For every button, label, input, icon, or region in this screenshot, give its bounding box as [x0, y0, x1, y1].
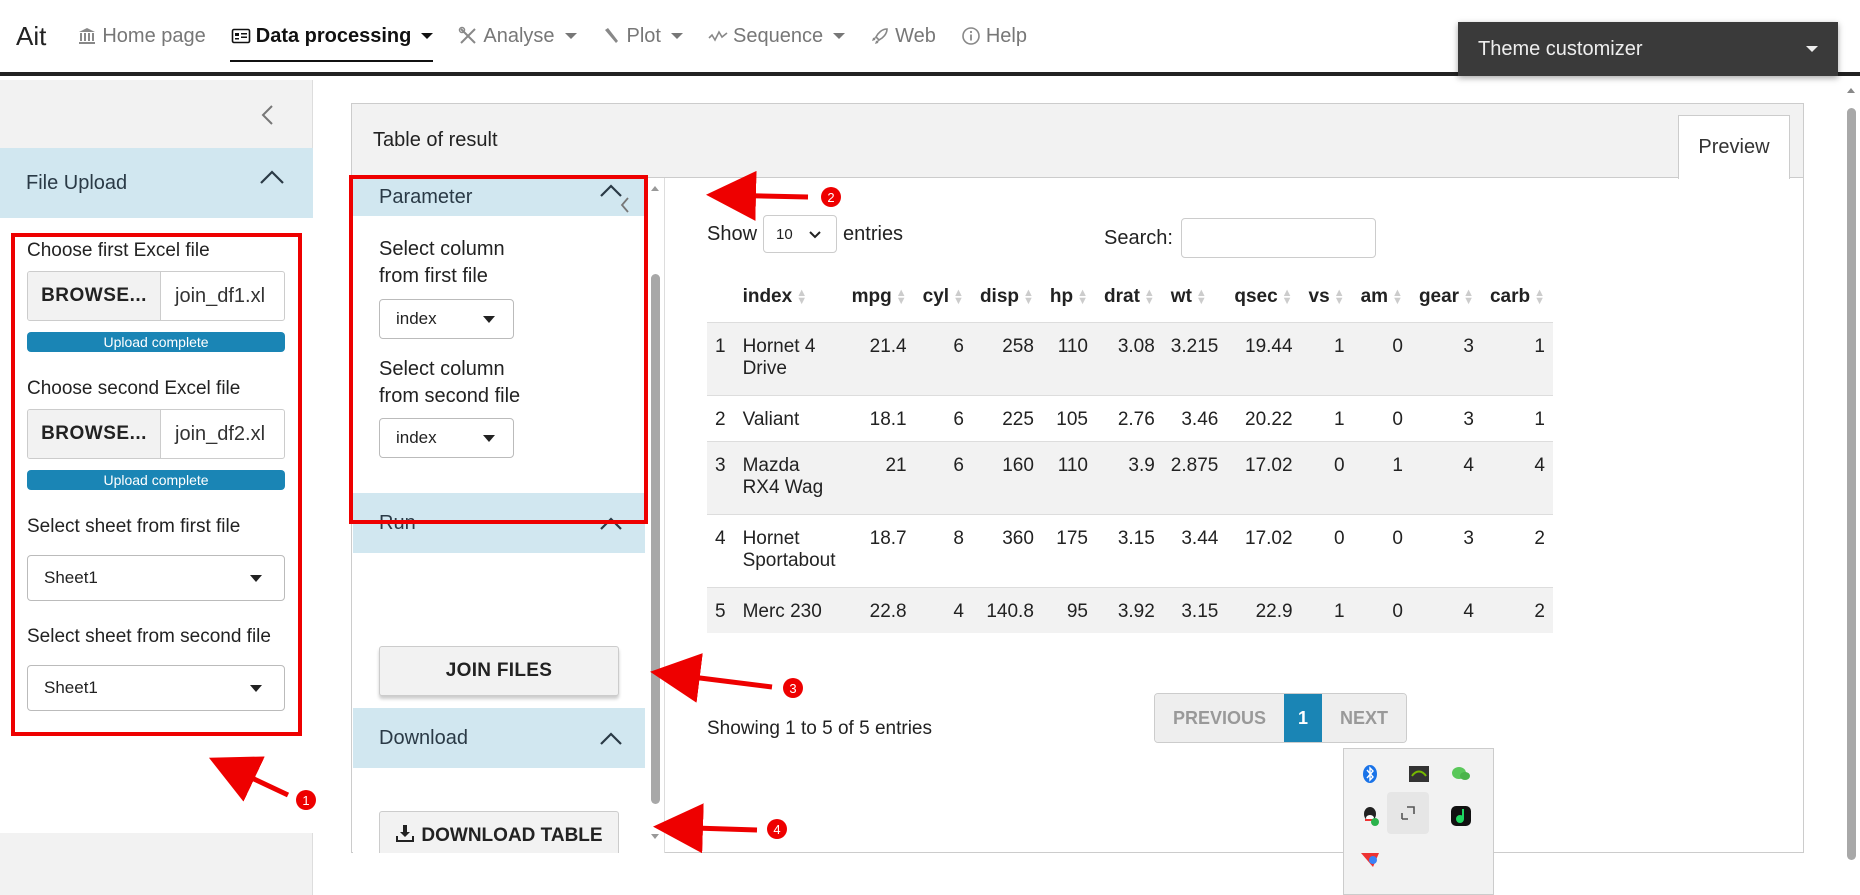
annotation-marker-3: 3: [783, 678, 803, 698]
annotation-arrow-3: [650, 653, 773, 703]
annotation-arrow-2: [706, 170, 809, 221]
annotation-arrow-4: [653, 803, 758, 854]
bluetooth-icon[interactable]: [1358, 762, 1382, 786]
annotation-marker-1: 1: [296, 790, 316, 810]
scroll-up-icon[interactable]: [1846, 86, 1856, 94]
annotation-arrow-1: [208, 756, 290, 802]
app-icon[interactable]: [1358, 847, 1382, 871]
page-scroll-thumb[interactable]: [1847, 108, 1856, 860]
qq-icon[interactable]: [1358, 804, 1382, 828]
annotation-marker-4: 4: [767, 819, 787, 839]
music-icon[interactable]: [1449, 804, 1473, 828]
page-scrollbar[interactable]: [1842, 80, 1860, 895]
system-tray-popup: [1343, 748, 1494, 895]
annotation-arrows: [208, 170, 809, 854]
annotation-marker-2: 2: [821, 187, 841, 207]
nvidia-icon[interactable]: [1407, 762, 1431, 786]
wechat-icon[interactable]: [1449, 762, 1473, 786]
remote-icon[interactable]: [1387, 792, 1429, 834]
